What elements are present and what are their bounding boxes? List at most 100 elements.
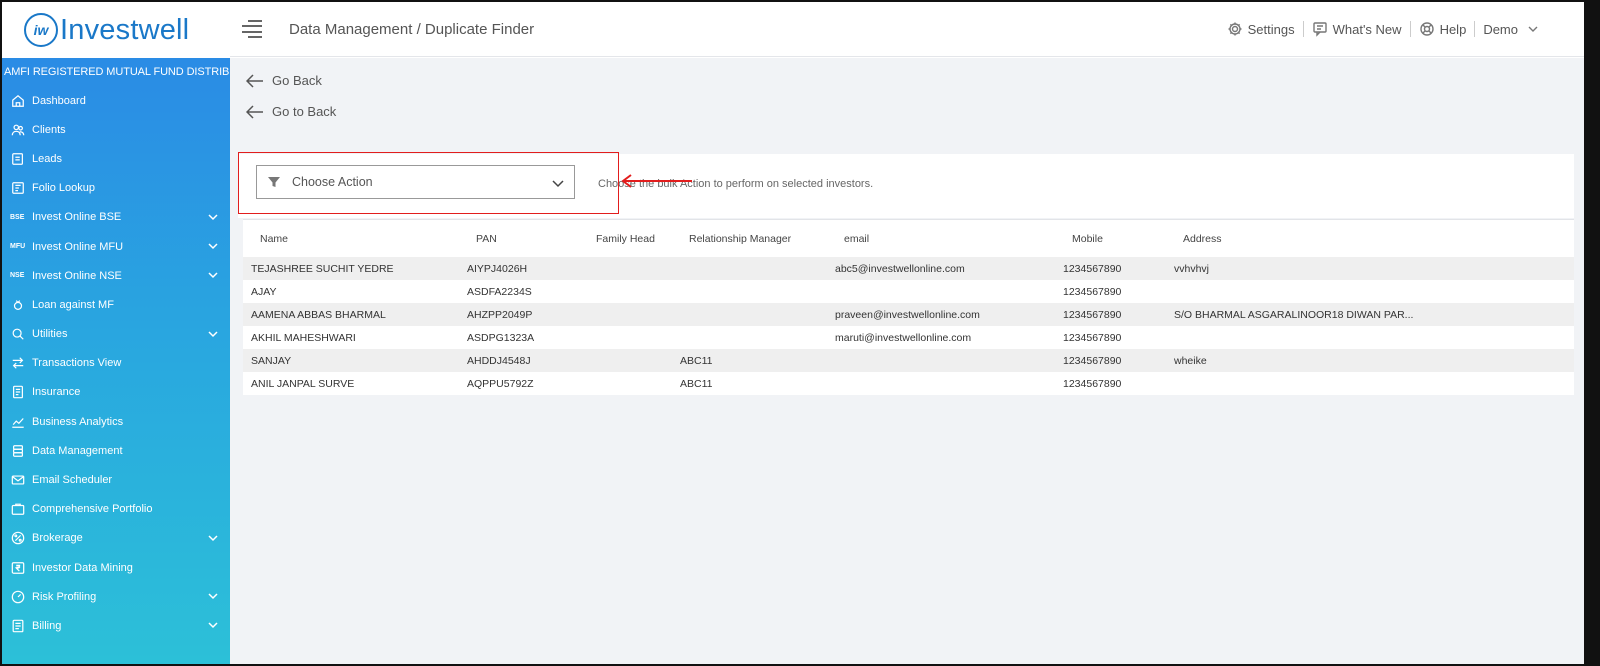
sidebar-item-risk-profiling[interactable]: Risk Profiling: [2, 582, 230, 611]
sidebar-item-label: Loan against MF: [32, 298, 114, 311]
gear-icon: [1228, 22, 1242, 36]
sidebar-item-loan-against-mf[interactable]: Loan against MF: [2, 290, 230, 319]
sidebar-item-comprehensive-portfolio[interactable]: Comprehensive Portfolio: [2, 495, 230, 524]
lifebuoy-icon: [1419, 22, 1434, 36]
sidebar-item-investor-data-mining[interactable]: Investor Data Mining: [2, 553, 230, 582]
rupee-icon: [10, 560, 26, 576]
sidebar-nav: Dashboard Clients Leads Folio Lookup BSE Inve…: [2, 86, 232, 641]
nav-tag-invest-online-nse: NSE: [10, 272, 25, 280]
chevron-down-icon: [1528, 26, 1538, 32]
table-cell: 1234567890: [1063, 262, 1122, 275]
chevron-down-icon: [208, 591, 218, 601]
sidebar-item-data-management[interactable]: Data Management: [2, 436, 232, 465]
column-header[interactable]: Relationship Manager: [672, 233, 827, 245]
table-cell: ABC11: [680, 354, 713, 367]
column-header[interactable]: PAN: [459, 233, 579, 245]
logo[interactable]: iw Investwell: [2, 2, 230, 58]
users-icon: [10, 122, 26, 138]
sidebar-item-invest-online-bse[interactable]: BSE Invest Online BSE: [2, 203, 230, 232]
whats-new-label: What's New: [1332, 21, 1402, 37]
brand-name: Investwell: [60, 13, 190, 46]
table-row[interactable]: AJAY ASDFA2234S 1234567890: [243, 280, 1574, 303]
column-header[interactable]: email: [827, 233, 1055, 245]
nav-tag-invest-online-mfu: MFU: [10, 243, 26, 251]
choose-action-label: Choose Action: [292, 175, 373, 189]
main-content: Go Back Go to Back Choose Action Choose …: [230, 58, 1584, 664]
menu-toggle-icon[interactable]: [242, 20, 264, 38]
table-cell: AHDDJ4548J: [467, 354, 531, 367]
sidebar-item-dashboard[interactable]: Dashboard: [2, 86, 230, 115]
user-name: Demo: [1483, 21, 1518, 37]
sidebar-item-label: Risk Profiling: [32, 590, 97, 603]
table-cell: AQPPU5792Z: [467, 377, 534, 390]
table-cell: SANJAY: [251, 354, 292, 367]
column-header[interactable]: Family Head: [579, 233, 672, 245]
chevron-down-icon: [208, 212, 218, 222]
sidebar-item-email-scheduler[interactable]: Email Scheduler: [2, 465, 230, 494]
table-cell: vvhvhvj: [1174, 262, 1210, 275]
sidebar-item-label: Utilities: [32, 328, 68, 341]
chat-icon: [1312, 22, 1327, 37]
percent-icon: [10, 530, 26, 546]
go-to-back-link[interactable]: Go to Back: [246, 104, 336, 119]
table-cell: 1234567890: [1063, 331, 1122, 344]
table-cell: wheike: [1174, 354, 1207, 367]
analytics-icon: [10, 414, 26, 430]
scrollbar-track[interactable]: [1584, 0, 1600, 666]
sidebar-item-label: Email Scheduler: [32, 474, 113, 487]
table-cell: AJAY: [251, 285, 277, 298]
sidebar-item-label: Invest Online MFU: [32, 240, 124, 253]
table-header: Name PAN Family Head Relationship Manager em…: [243, 219, 1574, 257]
table-cell: ASDFA2234S: [467, 285, 532, 298]
help-link[interactable]: Help: [1411, 21, 1475, 37]
sidebar-item-insurance[interactable]: Insurance: [2, 378, 230, 407]
whats-new-link[interactable]: What's New: [1304, 21, 1410, 37]
sidebar-item-clients[interactable]: Clients: [2, 115, 230, 144]
sidebar-item-label: Dashboard: [32, 94, 86, 107]
table-cell: AKHIL MAHESHWARI: [251, 331, 356, 344]
chevron-down-icon: [552, 180, 564, 188]
sidebar-item-label: Transactions View: [32, 357, 122, 370]
sidebar-item-business-analytics[interactable]: Business Analytics: [2, 407, 230, 436]
table-cell: ABC11: [680, 377, 713, 390]
sidebar-item-label: Leads: [32, 152, 62, 165]
database-icon: [10, 443, 26, 459]
table-cell: 1234567890: [1063, 354, 1122, 367]
sidebar-item-invest-online-mfu[interactable]: MFU Invest Online MFU: [2, 232, 230, 261]
chevron-down-icon: [208, 533, 218, 543]
table-cell: maruti@investwellonline.com: [835, 331, 972, 344]
sidebar-item-label: Investor Data Mining: [32, 561, 133, 574]
go-back-link[interactable]: Go Back: [246, 73, 322, 88]
settings-label: Settings: [1247, 21, 1295, 37]
table-row[interactable]: TEJASHREE SUCHIT YEDRE AIYPJ4026H abc5@inv…: [243, 257, 1574, 280]
chevron-down-icon: [208, 270, 218, 280]
sidebar-item-billing[interactable]: Billing: [2, 611, 230, 640]
sidebar-item-leads[interactable]: Leads: [2, 144, 230, 173]
go-to-back-label: Go to Back: [272, 104, 337, 119]
column-header[interactable]: Address: [1166, 233, 1566, 245]
sidebar-item-brokerage[interactable]: Brokerage: [2, 524, 230, 553]
table-cell: 1234567890: [1063, 285, 1122, 298]
sidebar-item-invest-online-nse[interactable]: NSE Invest Online NSE: [2, 261, 230, 290]
home-icon: [10, 93, 26, 109]
choose-action-dropdown[interactable]: Choose Action: [256, 165, 575, 199]
table-row[interactable]: ANIL JANPAL SURVE AQPPU5792Z ABC11 12345678…: [243, 372, 1574, 395]
table-row[interactable]: AAMENA ABBAS BHARMAL AHZPP2049P praveen@in…: [243, 303, 1574, 326]
sidebar-item-label: Insurance: [32, 386, 81, 399]
sidebar-item-utilities[interactable]: Utilities: [2, 320, 230, 349]
table-cell: S/O BHARMAL ASGARALINOOR18 DIWAN PAR...: [1174, 308, 1414, 321]
table-row[interactable]: AKHIL MAHESHWARI ASDPG1323A maruti@investw…: [243, 326, 1574, 349]
sidebar-item-transactions-view[interactable]: Transactions View: [2, 349, 230, 378]
user-menu[interactable]: Demo: [1475, 22, 1546, 37]
duplicate-investors-table: Name PAN Family Head Relationship Manager em…: [243, 219, 1574, 395]
settings-link[interactable]: Settings: [1219, 21, 1303, 37]
breadcrumb: Data Management / Duplicate Finder: [289, 20, 535, 38]
sidebar-item-folio-lookup[interactable]: Folio Lookup: [2, 174, 230, 203]
table-row[interactable]: SANJAY AHDDJ4548J ABC11 1234567890 wheike: [243, 349, 1574, 372]
arrow-left-icon: [246, 104, 263, 119]
gauge-icon: [10, 589, 26, 605]
column-header[interactable]: Mobile: [1055, 233, 1166, 245]
loan-icon: [10, 297, 26, 313]
column-header[interactable]: Name: [243, 233, 459, 245]
folio-icon: [10, 180, 26, 196]
